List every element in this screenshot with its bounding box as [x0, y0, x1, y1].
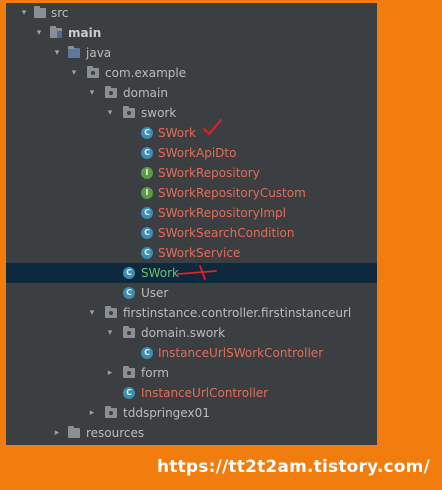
tree-item-label: tddspringex01	[123, 406, 210, 420]
tree-item-instanceurlcontroller[interactable]: C InstanceUrlController	[6, 383, 377, 403]
class-icon: C	[141, 247, 153, 259]
tree-item-sworkrepositoryimpl[interactable]: C SWorkRepositoryImpl	[6, 203, 377, 223]
tree-item-sworksearchcondition[interactable]: C SWorkSearchCondition	[6, 223, 377, 243]
package-icon	[123, 106, 135, 118]
class-icon: C	[123, 287, 135, 299]
package-icon	[105, 306, 117, 318]
chevron-down-icon[interactable]: ▾	[86, 83, 98, 103]
package-icon	[105, 406, 117, 418]
chevron-down-icon[interactable]: ▾	[18, 3, 30, 23]
tree-item-java[interactable]: ▾ java	[6, 43, 377, 63]
tree-item-label: domain.swork	[141, 326, 226, 340]
folder-icon	[34, 6, 46, 18]
tree-item-label: SWorkRepository	[158, 166, 260, 180]
tree-item-label: main	[68, 26, 102, 40]
chevron-down-icon[interactable]: ▾	[51, 43, 63, 63]
chevron-right-icon[interactable]: ▸	[86, 403, 98, 423]
tree-item-label: java	[86, 46, 112, 60]
tree-item-label: domain	[123, 86, 168, 100]
tree-item-label: swork	[141, 106, 177, 120]
blog-url-watermark: https://tt2t2am.tistory.com/	[156, 457, 430, 477]
tree-item-sworkrepositorycustom[interactable]: I SWorkRepositoryCustom	[6, 183, 377, 203]
tree-item-user[interactable]: C User	[6, 283, 377, 303]
tree-item-firstinstance-controller[interactable]: ▾ firstinstance.controller.firstinstance…	[6, 303, 377, 323]
tree-item-label: InstanceUrlSWorkController	[158, 346, 324, 360]
chevron-down-icon[interactable]: ▾	[104, 103, 116, 123]
chevron-down-icon[interactable]: ▾	[33, 23, 45, 43]
class-icon: C	[141, 127, 153, 139]
class-icon: C	[123, 387, 135, 399]
tree-item-label: SWorkRepositoryImpl	[158, 206, 286, 220]
tree-item-resources[interactable]: ▸ resources	[6, 423, 377, 443]
chevron-down-icon[interactable]: ▾	[68, 63, 80, 83]
package-icon	[123, 326, 135, 338]
tree-item-label: src	[51, 6, 69, 20]
source-folder-icon	[50, 26, 62, 38]
screenshot-frame: ▾ src ▾ main ▾ java ▾ com.example ▾ doma…	[0, 0, 442, 490]
tree-item-label: SWorkApiDto	[158, 146, 237, 160]
tree-item-label: SWorkSearchCondition	[158, 226, 295, 240]
cross-annotation-icon	[177, 265, 217, 280]
class-icon: C	[141, 347, 153, 359]
tree-item-label: SWork	[141, 266, 180, 280]
tree-item-sworkservice[interactable]: C SWorkService	[6, 243, 377, 263]
interface-icon: I	[141, 167, 153, 179]
class-icon: C	[141, 147, 153, 159]
checkmark-annotation-icon	[203, 119, 222, 136]
tree-item-domain-swork[interactable]: ▾ domain.swork	[6, 323, 377, 343]
tree-item-sworkapidto[interactable]: C SWorkApiDto	[6, 143, 377, 163]
tree-item-label: com.example	[105, 66, 187, 80]
tree-item-tddspringex01[interactable]: ▸ tddspringex01	[6, 403, 377, 423]
tree-item-label: resources	[86, 426, 145, 440]
tree-item-label: SWork	[158, 126, 197, 140]
tree-item-form[interactable]: ▸ form	[6, 363, 377, 383]
chevron-down-icon[interactable]: ▾	[86, 303, 98, 323]
package-icon	[87, 66, 99, 78]
tree-item-label: SWorkRepositoryCustom	[158, 186, 306, 200]
tree-item-sworkrepository[interactable]: I SWorkRepository	[6, 163, 377, 183]
tree-item-label: firstinstance.controller.firstinstanceur…	[123, 306, 352, 320]
tree-item-src[interactable]: ▾ src	[6, 3, 377, 23]
chevron-right-icon[interactable]: ▸	[104, 363, 116, 383]
tree-item-instanceurlsworkcontroller[interactable]: C InstanceUrlSWorkController	[6, 343, 377, 363]
tree-item-swork-selected[interactable]: C SWork	[6, 263, 377, 283]
project-tree[interactable]: ▾ src ▾ main ▾ java ▾ com.example ▾ doma…	[6, 3, 377, 445]
tree-item-domain[interactable]: ▾ domain	[6, 83, 377, 103]
tree-item-main[interactable]: ▾ main	[6, 23, 377, 43]
package-icon	[123, 366, 135, 378]
chevron-down-icon[interactable]: ▾	[104, 323, 116, 343]
tree-item-swork[interactable]: ▾ swork	[6, 103, 377, 123]
tree-item-swork-class[interactable]: C SWork	[6, 119, 377, 143]
source-root-folder-icon	[68, 46, 80, 58]
tree-item-label: form	[141, 366, 169, 380]
class-icon: C	[141, 227, 153, 239]
package-icon	[105, 86, 117, 98]
tree-item-com-example[interactable]: ▾ com.example	[6, 63, 377, 83]
interface-icon: I	[141, 187, 153, 199]
tree-item-label: InstanceUrlController	[141, 386, 269, 400]
tree-item-label: SWorkService	[158, 246, 241, 260]
class-icon: C	[123, 267, 135, 279]
chevron-right-icon[interactable]: ▸	[51, 423, 63, 443]
class-icon: C	[141, 207, 153, 219]
resources-folder-icon	[68, 426, 80, 438]
tree-item-label: User	[141, 286, 169, 300]
